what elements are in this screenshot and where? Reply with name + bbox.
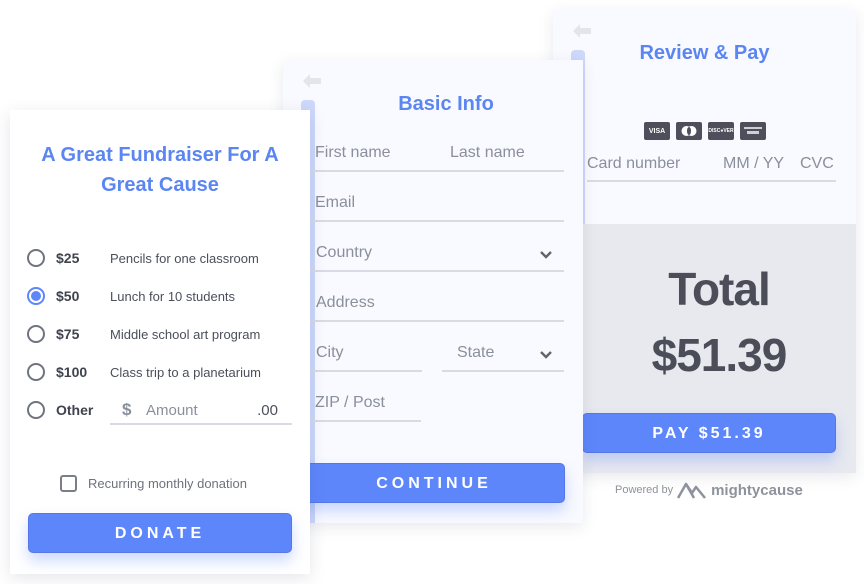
dollar-icon: $ (122, 400, 132, 419)
option-amount: $100 (56, 364, 88, 380)
card-brand-icons: VISA DISC●VER (644, 122, 766, 140)
name-row: First name Last name (310, 140, 564, 172)
other-amount-input[interactable]: $ Amount .00 (110, 397, 292, 425)
basic-info-title: Basic Info (398, 93, 494, 115)
last-name-input[interactable]: Last name (450, 144, 525, 162)
review-pay-title: Review & Pay (639, 42, 770, 64)
donation-option-75[interactable]: $75 Middle school art program (27, 322, 297, 346)
recurring-donation-toggle[interactable]: Recurring monthly donation (60, 475, 247, 492)
radio-button[interactable] (27, 249, 45, 267)
fundraiser-title-line-2: Great Cause (101, 174, 219, 196)
city-placeholder: City (316, 344, 344, 361)
zip-placeholder: ZIP / Post (315, 394, 385, 411)
radio-button-selected[interactable] (27, 287, 45, 305)
cvc-input[interactable]: CVC (800, 155, 834, 173)
donation-option-25[interactable]: $25 Pencils for one classroom (27, 246, 297, 270)
amex-icon (740, 122, 766, 140)
review-pay-panel: Review & Pay VISA DISC●VER Card number M… (553, 10, 856, 473)
zip-input[interactable]: ZIP / Post (310, 390, 421, 422)
powered-by: Powered by mightycause (615, 481, 803, 499)
email-placeholder: Email (315, 194, 356, 211)
option-description: Pencils for one classroom (110, 250, 259, 266)
total-label: Total (668, 263, 770, 315)
pay-button[interactable]: PAY $51.39 (582, 413, 836, 453)
address-placeholder: Address (316, 294, 375, 311)
fundraiser-panel: A Great Fundraiser For A Great Cause $25… (10, 110, 310, 574)
discover-icon: DISC●VER (708, 122, 734, 140)
brand-name: mightycause (711, 481, 803, 499)
total-amount: $51.39 (651, 329, 788, 381)
option-amount: $75 (56, 326, 80, 342)
option-description: Lunch for 10 students (110, 288, 236, 304)
expiry-input[interactable]: MM / YY (723, 155, 784, 173)
first-name-input[interactable]: First name (315, 144, 391, 162)
mastercard-icon (676, 122, 702, 140)
visa-icon: VISA (644, 122, 670, 140)
card-input-row[interactable]: Card number MM / YY CVC (587, 152, 836, 182)
option-description: Middle school art program (110, 326, 261, 342)
option-description: Class trip to a planetarium (110, 364, 262, 380)
radio-button[interactable] (27, 401, 45, 419)
email-input[interactable]: Email (310, 190, 564, 222)
donation-option-other[interactable]: Other (27, 398, 107, 422)
continue-button[interactable]: CONTINUE (303, 463, 565, 503)
fundraiser-title-line-1: A Great Fundraiser For A (41, 144, 279, 166)
card-number-input[interactable]: Card number (587, 155, 680, 173)
basic-info-panel: Basic Info First name Last name Email Co… (283, 60, 583, 523)
amount-placeholder: Amount (146, 402, 198, 419)
address-input[interactable]: Address (310, 290, 564, 322)
powered-by-label: Powered by (615, 484, 674, 496)
amount-cents: .00 (257, 402, 278, 419)
country-select[interactable]: Country (310, 240, 564, 272)
chevron-down-icon (540, 246, 552, 264)
option-amount: Other (56, 402, 94, 418)
recurring-label: Recurring monthly donation (88, 476, 247, 491)
city-input[interactable]: City (310, 340, 422, 372)
donate-button[interactable]: DONATE (28, 513, 292, 553)
back-arrow-icon[interactable] (571, 22, 593, 40)
option-amount: $25 (56, 250, 80, 266)
country-placeholder: Country (316, 244, 373, 261)
fundraiser-title: A Great Fundraiser For A Great Cause (10, 140, 310, 200)
donation-option-100[interactable]: $100 Class trip to a planetarium (27, 360, 297, 384)
donation-option-50[interactable]: $50 Lunch for 10 students (27, 284, 297, 308)
back-arrow-icon[interactable] (301, 72, 323, 90)
option-amount: $50 (56, 288, 80, 304)
mightycause-logo-icon (677, 482, 707, 499)
radio-button[interactable] (27, 363, 45, 381)
chevron-down-icon (540, 346, 552, 364)
recurring-checkbox[interactable] (60, 475, 77, 492)
radio-button[interactable] (27, 325, 45, 343)
state-select[interactable]: State (442, 340, 564, 372)
state-placeholder: State (457, 344, 495, 361)
